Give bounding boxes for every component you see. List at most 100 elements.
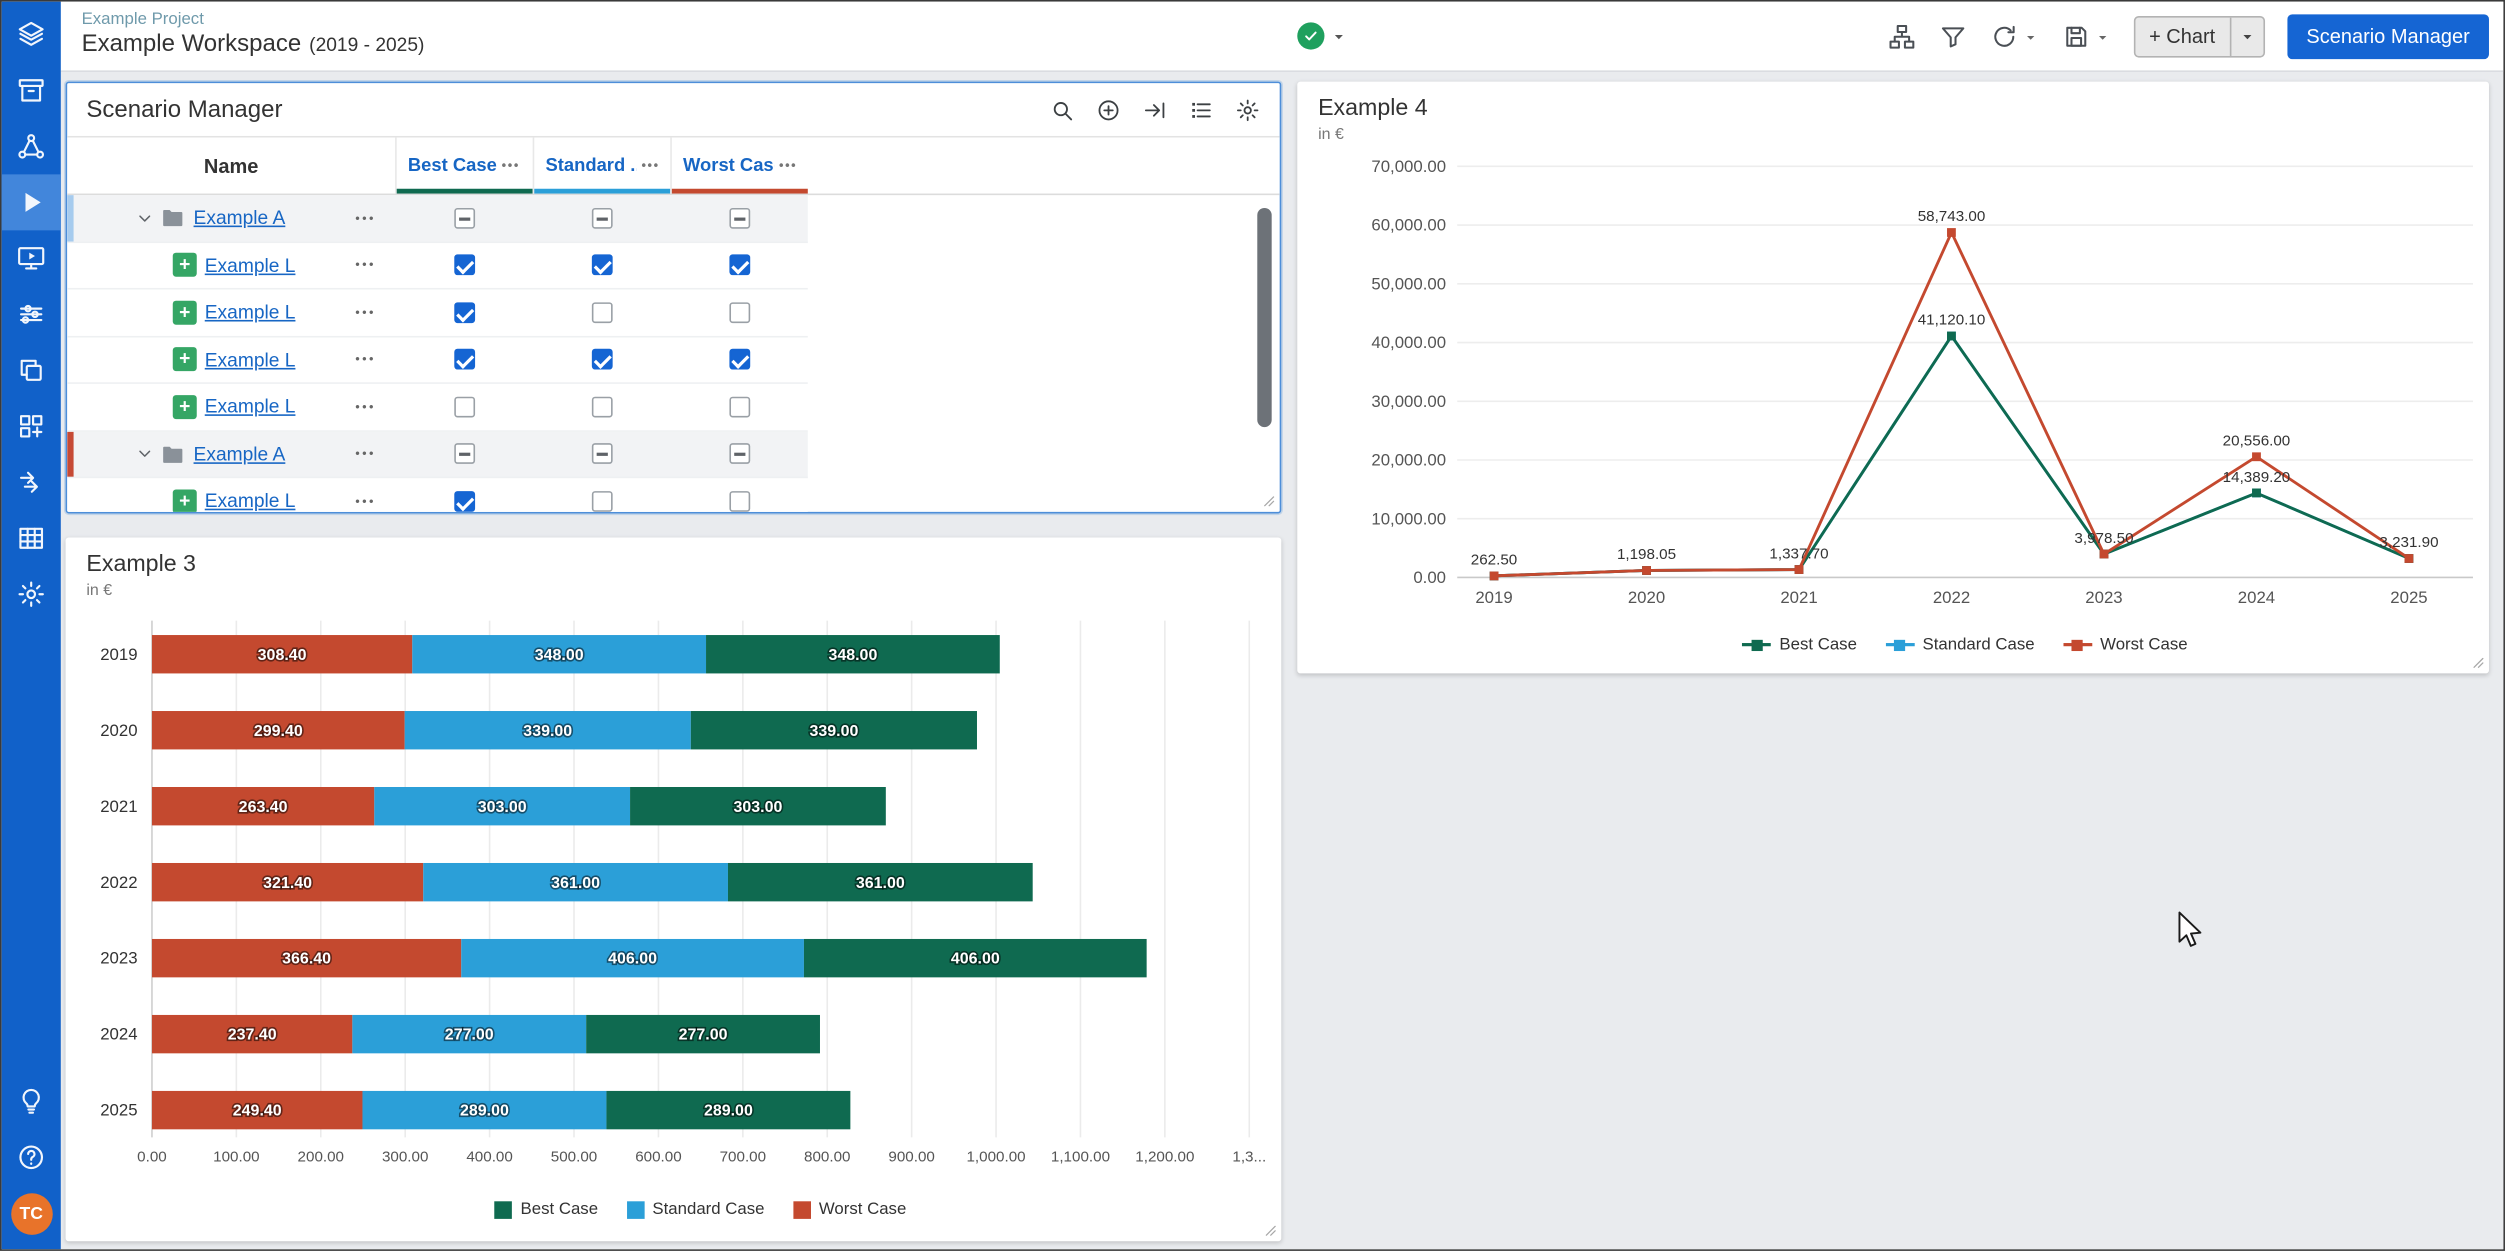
rows-icon[interactable] [1189, 97, 1215, 123]
scenario-checkbox[interactable] [591, 396, 612, 417]
gear-icon[interactable] [1235, 97, 1261, 123]
table-row[interactable]: +Example L••• [67, 337, 808, 384]
sidebar-item-grid-plus[interactable] [2, 398, 61, 454]
resize-handle-icon[interactable] [1259, 491, 1277, 509]
resize-handle-icon[interactable] [1260, 1220, 1278, 1238]
scenario-checkbox[interactable] [591, 302, 612, 323]
scenario-checkbox[interactable] [591, 349, 612, 370]
legend-item[interactable]: Best Case [495, 1200, 598, 1219]
table-row[interactable]: +Example L••• [67, 242, 808, 289]
scenario-checkbox[interactable] [453, 396, 474, 417]
row-more-button[interactable]: ••• [355, 352, 376, 366]
scenario-checkbox[interactable] [729, 208, 750, 229]
sidebar-item-sliders[interactable] [2, 286, 61, 342]
refresh-button[interactable] [1989, 22, 2039, 51]
scenario-checkbox[interactable] [591, 443, 612, 464]
svg-text:400.00: 400.00 [466, 1148, 512, 1165]
row-more-button[interactable]: ••• [355, 400, 376, 414]
svg-text:1,100.00: 1,100.00 [1051, 1148, 1110, 1165]
sidebar-item-play[interactable] [2, 174, 61, 230]
sidebar-item-help[interactable] [2, 1129, 61, 1185]
checkbox-cell [395, 349, 533, 370]
user-avatar[interactable]: TC [10, 1193, 52, 1235]
caret-down-icon[interactable] [2230, 18, 2264, 56]
sidebar-item-arrows[interactable] [2, 454, 61, 510]
row-more-button[interactable]: ••• [355, 494, 376, 508]
caret-down-icon[interactable] [1329, 26, 1348, 45]
row-link[interactable]: Example A [194, 207, 286, 229]
svg-text:2023: 2023 [2085, 588, 2122, 607]
scenario-checkbox[interactable] [729, 255, 750, 276]
table-row[interactable]: Example A ••• [67, 431, 808, 478]
legend-item[interactable]: Best Case [1743, 635, 1857, 654]
sidebar-item-copy[interactable] [2, 342, 61, 398]
sidebar-item-presentation[interactable] [2, 230, 61, 286]
column-header-scenario[interactable]: Standard ...••• [533, 138, 671, 194]
add-circle-icon[interactable] [1096, 97, 1122, 123]
table-row[interactable]: +Example L••• [67, 290, 808, 337]
row-link[interactable]: Example L [205, 301, 296, 323]
row-more-button[interactable]: ••• [355, 447, 376, 461]
scenario-checkbox[interactable] [591, 208, 612, 229]
scenario-checkbox[interactable] [729, 396, 750, 417]
scrollbar[interactable] [1257, 208, 1271, 427]
legend-item[interactable]: Standard Case [1886, 635, 2035, 654]
scenario-checkbox[interactable] [453, 443, 474, 464]
add-chart-button[interactable]: + Chart [2133, 16, 2265, 58]
row-more-button[interactable]: ••• [355, 211, 376, 225]
sidebar-item-lightbulb[interactable] [2, 1073, 61, 1129]
table-row[interactable]: +Example L••• [67, 478, 808, 513]
row-link[interactable]: Example L [205, 396, 296, 418]
sitemap-button[interactable] [1887, 22, 1916, 51]
table-row[interactable]: Example A ••• [67, 195, 808, 242]
sidebar-item-layers[interactable] [2, 6, 61, 62]
row-link[interactable]: Example L [205, 254, 296, 276]
row-more-button[interactable]: ••• [355, 305, 376, 319]
column-more-button[interactable]: ••• [779, 158, 797, 172]
resize-handle-icon[interactable] [2468, 653, 2486, 671]
column-more-button[interactable]: ••• [641, 158, 659, 172]
row-link[interactable]: Example L [205, 490, 296, 512]
scenario-checkbox[interactable] [591, 255, 612, 276]
legend-swatch [2063, 643, 2092, 646]
column-header-name[interactable]: Name [67, 138, 395, 194]
scenario-checkbox[interactable] [453, 349, 474, 370]
checkbox-cell [533, 491, 671, 512]
svg-text:277.00: 277.00 [679, 1027, 728, 1044]
column-header-scenario[interactable]: Worst Case••• [670, 138, 808, 194]
collapse-right-icon[interactable] [1142, 97, 1168, 123]
chevron-down-icon[interactable] [134, 208, 155, 229]
legend-item[interactable]: Worst Case [793, 1200, 906, 1219]
sidebar-item-settings[interactable] [2, 566, 61, 622]
scenario-checkbox[interactable] [729, 443, 750, 464]
scenario-checkbox[interactable] [453, 491, 474, 512]
legend-item[interactable]: Worst Case [2063, 635, 2187, 654]
sidebar-item-archive[interactable] [2, 62, 61, 118]
legend-item[interactable]: Standard Case [627, 1200, 765, 1219]
scenario-checkbox[interactable] [453, 255, 474, 276]
row-more-button[interactable]: ••• [355, 258, 376, 272]
column-more-button[interactable]: ••• [502, 158, 520, 172]
sidebar-item-model[interactable] [2, 118, 61, 174]
workspace-status[interactable] [1297, 22, 1348, 49]
row-link[interactable]: Example A [194, 443, 286, 465]
svg-text:321.40: 321.40 [263, 875, 312, 892]
scenario-checkbox[interactable] [453, 208, 474, 229]
scenario-checkbox[interactable] [729, 349, 750, 370]
table-row[interactable]: +Example L••• [67, 384, 808, 431]
sidebar-item-table[interactable] [2, 510, 61, 566]
column-header-scenario[interactable]: Best Case••• [395, 138, 533, 194]
chevron-down-icon[interactable] [134, 443, 155, 464]
scenario-checkbox[interactable] [729, 302, 750, 323]
row-link[interactable]: Example L [205, 348, 296, 370]
svg-text:50,000.00: 50,000.00 [1371, 274, 1446, 293]
scenario-checkbox[interactable] [591, 491, 612, 512]
filter-button[interactable] [1938, 22, 1967, 51]
svg-text:200.00: 200.00 [298, 1148, 344, 1165]
scenario-manager-button[interactable]: Scenario Manager [2287, 14, 2489, 59]
save-button[interactable] [2061, 22, 2111, 51]
search-icon[interactable] [1049, 97, 1075, 123]
scenario-checkbox[interactable] [453, 302, 474, 323]
project-name[interactable]: Example Project [82, 10, 425, 29]
scenario-checkbox[interactable] [729, 491, 750, 512]
